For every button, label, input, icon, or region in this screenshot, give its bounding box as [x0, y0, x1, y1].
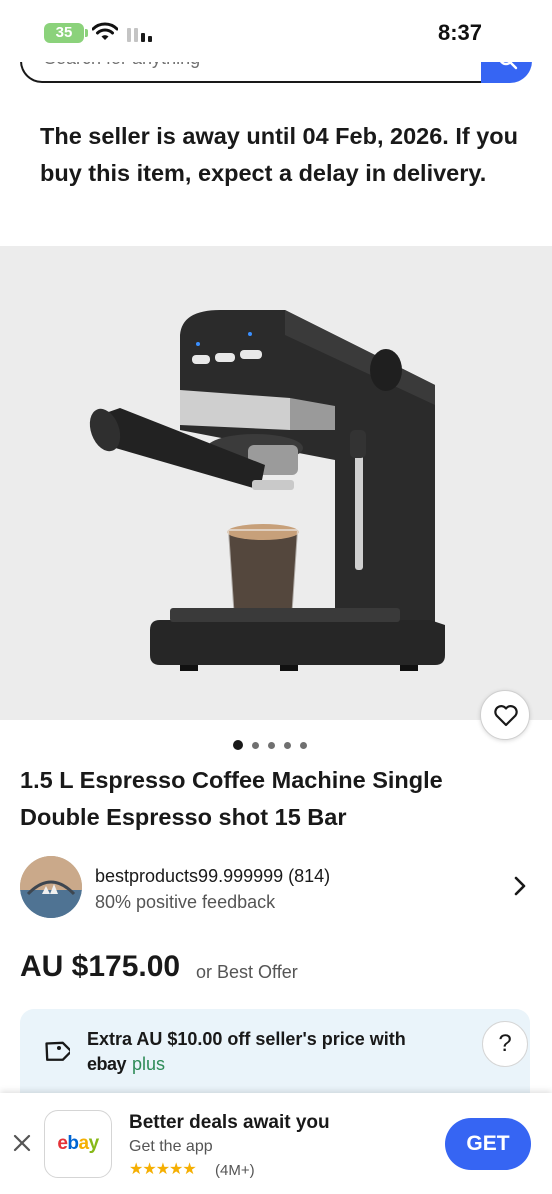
ebay-app-logo: ebay — [44, 1110, 112, 1178]
promo-help-button[interactable]: ? — [482, 1021, 528, 1067]
get-app-button[interactable]: GET — [445, 1118, 531, 1170]
seller-avatar-image — [20, 856, 82, 918]
ebay-plus-promo[interactable]: Extra AU $10.00 off seller's price with … — [20, 1009, 530, 1093]
wifi-icon — [92, 22, 118, 40]
gallery-dot[interactable] — [300, 741, 307, 749]
seller-away-notice: The seller is away until 04 Feb, 2026. I… — [40, 123, 519, 186]
item-price: AU $175.00 — [20, 950, 181, 983]
rating-count: (4M+) — [215, 1162, 255, 1179]
clock: 8:37 — [437, 20, 482, 45]
gallery-dot[interactable] — [268, 741, 275, 749]
product-image-gallery[interactable] — [0, 246, 552, 720]
signal-icon — [127, 26, 152, 42]
banner-subtitle: Get the app — [129, 1138, 213, 1155]
ebay-plus-suffix: plus — [132, 1054, 166, 1074]
close-icon[interactable] — [12, 1133, 32, 1153]
promo-text: Extra AU $10.00 off seller's price with — [87, 1029, 406, 1049]
chevron-right-icon[interactable] — [513, 876, 527, 896]
seller-name[interactable]: bestproducts99.999999 (814) — [95, 866, 330, 887]
battery-indicator: 35 — [44, 23, 84, 43]
battery-cap — [85, 29, 88, 37]
seller-feedback: 80% positive feedback — [95, 892, 276, 912]
tag-icon — [45, 1041, 70, 1061]
gallery-dot[interactable] — [284, 741, 291, 749]
rating-stars: ★★★★★ — [129, 1161, 197, 1178]
product-image — [89, 310, 445, 671]
gallery-dot[interactable] — [252, 741, 259, 749]
gallery-pagination — [233, 740, 307, 750]
heart-icon — [494, 705, 518, 727]
watch-button[interactable] — [480, 690, 530, 740]
best-offer-label: or Best Offer — [196, 962, 298, 982]
status-bar: 35 8:37 — [0, 0, 552, 62]
app-download-banner: ebay Better deals await you Get the app … — [0, 1093, 552, 1194]
seller-avatar[interactable] — [20, 856, 82, 918]
item-title: 1.5 L Espresso Coffee Machine Single Dou… — [20, 767, 443, 830]
banner-title: Better deals await you — [129, 1112, 330, 1133]
ebay-plus-logo: ebay — [87, 1054, 127, 1074]
gallery-dot[interactable] — [233, 740, 243, 750]
